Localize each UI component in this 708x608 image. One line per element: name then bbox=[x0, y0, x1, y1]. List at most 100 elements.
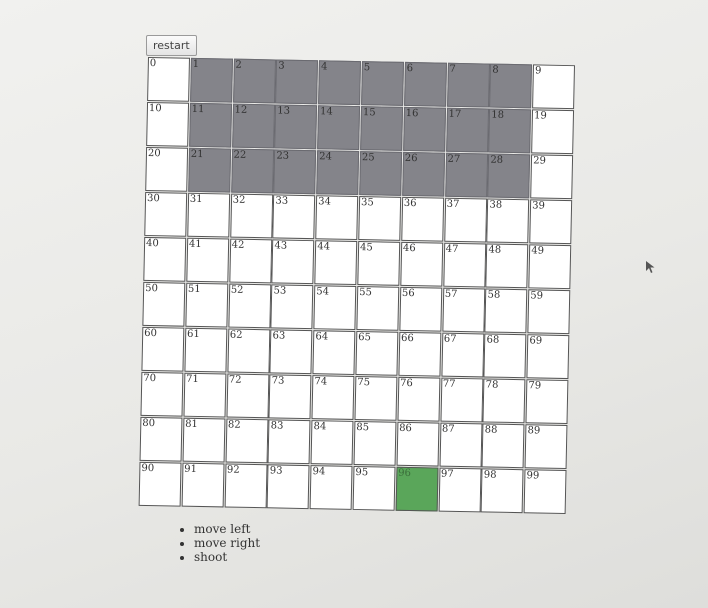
board-cell: 60 bbox=[141, 326, 185, 372]
cell-number: 33 bbox=[275, 195, 289, 207]
board-cell: 20 bbox=[145, 146, 189, 192]
cell-number: 56 bbox=[401, 287, 415, 300]
cell-number: 9 bbox=[534, 65, 542, 77]
cell-number: 81 bbox=[185, 418, 198, 430]
cell-number: 89 bbox=[527, 425, 541, 437]
cell-number: 23 bbox=[276, 150, 290, 162]
board-cell: 30 bbox=[144, 191, 188, 237]
board-cell: 93 bbox=[266, 464, 310, 510]
board-cell: 78 bbox=[482, 378, 526, 424]
board-cell: 87 bbox=[439, 422, 483, 468]
board-cell: 51 bbox=[185, 282, 229, 328]
cell-number: 70 bbox=[143, 372, 157, 385]
controls-list: move leftmove rightshoot bbox=[176, 522, 260, 564]
board-cell: 42 bbox=[228, 238, 272, 284]
cell-number: 72 bbox=[228, 374, 242, 386]
board-row: 90 91 92 93 94 95 96 97 98 99 bbox=[138, 461, 568, 515]
board-cell: 34 bbox=[315, 195, 359, 241]
cell-number: 84 bbox=[313, 421, 327, 433]
cell-number: 69 bbox=[529, 335, 543, 347]
cell-number: 58 bbox=[487, 289, 501, 301]
enemy-cell: 1 bbox=[189, 57, 233, 103]
cell-number: 62 bbox=[229, 329, 243, 341]
board-cell: 10 bbox=[146, 101, 190, 147]
board-cell: 9 bbox=[532, 64, 576, 110]
cell-number: 48 bbox=[488, 244, 502, 256]
board-cell: 47 bbox=[442, 242, 486, 288]
cell-number: 87 bbox=[441, 423, 455, 435]
cell-number: 27 bbox=[447, 153, 461, 165]
board-cell: 64 bbox=[312, 330, 356, 375]
board-cell: 50 bbox=[142, 281, 186, 327]
enemy-cell: 2 bbox=[232, 58, 276, 104]
enemy-cell: 15 bbox=[360, 106, 404, 151]
board-cell: 38 bbox=[486, 198, 530, 244]
board-cell: 19 bbox=[531, 109, 575, 155]
board-cell: 76 bbox=[397, 376, 441, 422]
cell-number: 93 bbox=[269, 465, 283, 477]
cell-number: 15 bbox=[362, 107, 376, 119]
enemy-cell: 24 bbox=[316, 150, 360, 196]
board-cell: 92 bbox=[224, 463, 268, 509]
board-cell: 70 bbox=[140, 371, 184, 417]
cell-number: 44 bbox=[317, 241, 331, 253]
cell-number: 8 bbox=[492, 64, 499, 76]
cell-number: 31 bbox=[189, 193, 203, 206]
cell-number: 1 bbox=[192, 58, 200, 70]
cell-number: 18 bbox=[491, 109, 505, 121]
board-cell: 85 bbox=[353, 420, 397, 466]
cell-number: 22 bbox=[233, 149, 247, 161]
cell-number: 57 bbox=[444, 288, 458, 300]
board-cell: 29 bbox=[530, 154, 574, 200]
restart-button[interactable]: restart bbox=[146, 35, 197, 56]
board-row: 10 11 12 13 14 15 16 17 18 19 bbox=[146, 101, 575, 155]
board-cell: 43 bbox=[271, 239, 315, 285]
cell-number: 61 bbox=[186, 328, 200, 340]
enemy-cell: 3 bbox=[275, 59, 319, 105]
board-cell: 59 bbox=[527, 289, 571, 335]
cell-number: 43 bbox=[274, 240, 288, 252]
cell-number: 12 bbox=[234, 104, 248, 116]
board-cell: 97 bbox=[438, 467, 482, 513]
cell-number: 99 bbox=[526, 470, 540, 482]
control-item: move right bbox=[194, 536, 260, 550]
cell-number: 94 bbox=[312, 466, 326, 478]
board-cell: 95 bbox=[352, 465, 396, 511]
board-cell: 98 bbox=[480, 468, 524, 514]
board-cell: 69 bbox=[526, 334, 570, 380]
cell-number: 59 bbox=[530, 290, 544, 302]
cell-number: 67 bbox=[443, 333, 457, 345]
cell-number: 3 bbox=[278, 60, 285, 72]
board-cell: 91 bbox=[181, 462, 225, 508]
board-cell: 33 bbox=[272, 194, 316, 240]
control-item: shoot bbox=[194, 550, 260, 564]
game-board: 0 1 2 3 4 5 6 7 8 9 10 11 12 13 14 15 16 17 18 19 20 21 22 23 24… bbox=[138, 57, 576, 517]
board-cell: 86 bbox=[396, 421, 440, 467]
enemy-cell: 7 bbox=[446, 62, 490, 108]
cell-number: 55 bbox=[359, 287, 373, 299]
enemy-cell: 21 bbox=[187, 147, 231, 193]
player-cell: 96 bbox=[395, 466, 439, 512]
board-cell: 36 bbox=[401, 196, 444, 242]
cell-number: 24 bbox=[319, 151, 333, 163]
board-cell: 39 bbox=[529, 199, 573, 245]
board-cell: 63 bbox=[269, 329, 313, 375]
enemy-cell: 25 bbox=[359, 151, 403, 196]
cell-number: 34 bbox=[318, 196, 332, 208]
cell-number: 16 bbox=[405, 107, 419, 120]
cell-number: 83 bbox=[270, 420, 284, 432]
cell-number: 11 bbox=[191, 103, 205, 116]
cell-number: 51 bbox=[187, 283, 201, 296]
cell-number: 4 bbox=[320, 61, 328, 73]
board-cell: 80 bbox=[139, 416, 183, 462]
game-page: restart 0 1 2 3 4 5 6 7 8 9 10 11 12 13 14 15 16 17 18 19 20… bbox=[0, 0, 708, 608]
board-cell: 89 bbox=[524, 424, 568, 470]
cell-number: 47 bbox=[445, 243, 459, 255]
cell-number: 13 bbox=[277, 105, 291, 117]
mouse-cursor-icon bbox=[646, 261, 655, 273]
cell-number: 21 bbox=[190, 148, 204, 161]
enemy-cell: 6 bbox=[403, 61, 447, 107]
cell-number: 54 bbox=[316, 286, 330, 298]
board-cell: 55 bbox=[356, 286, 400, 331]
board-cell: 90 bbox=[138, 461, 182, 507]
